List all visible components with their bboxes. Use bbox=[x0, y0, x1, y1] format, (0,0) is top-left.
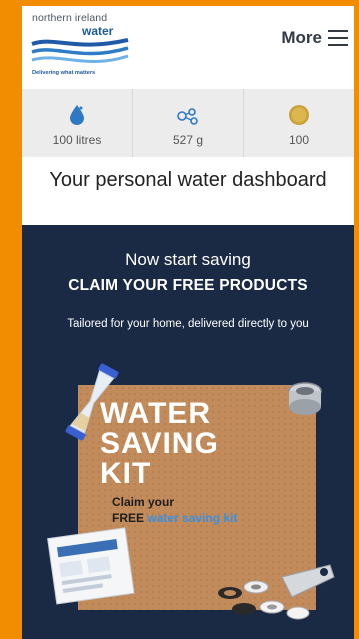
stats-bar: 100 litres 527 g 100 bbox=[22, 89, 354, 157]
page-title: Your personal water dashboard bbox=[49, 169, 327, 191]
promo-subtitle: Now start saving bbox=[125, 250, 251, 269]
hamburger-icon bbox=[328, 30, 348, 46]
stat-points-value: 100 bbox=[288, 133, 310, 147]
leaflet-pack-icon bbox=[47, 527, 135, 605]
more-menu-button[interactable]: More bbox=[281, 28, 348, 48]
stat-water-value: 100 litres bbox=[52, 133, 102, 147]
coin-icon bbox=[287, 103, 311, 127]
promo-headline: CLAIM YOUR FREE PRODUCTS bbox=[68, 277, 308, 294]
kit-claim-text: Claim your bbox=[112, 495, 175, 509]
stat-water: 100 litres bbox=[22, 89, 132, 157]
water-drop-icon bbox=[65, 103, 89, 127]
water-saving-kit-image[interactable]: WATER SAVING KIT Claim your FREE water s… bbox=[47, 363, 335, 635]
logo-text-line1: northern ireland bbox=[32, 12, 108, 24]
niw-logo[interactable]: northern ireland water Delivering what m… bbox=[30, 12, 150, 84]
logo-tagline: Delivering what matters bbox=[32, 70, 96, 76]
stat-co2: 527 g bbox=[132, 89, 243, 157]
logo-waves-icon bbox=[31, 38, 129, 63]
flow-regulators-icon bbox=[218, 564, 335, 620]
shower-timer-icon bbox=[65, 363, 119, 441]
promo-banner[interactable]: Now start saving CLAIM YOUR FREE PRODUCT… bbox=[22, 225, 354, 639]
stat-co2-value: 527 g bbox=[172, 133, 204, 147]
page-frame: northern ireland water Delivering what m… bbox=[22, 6, 354, 639]
co2-molecule-icon bbox=[176, 103, 200, 127]
dashboard-title-box: Your personal water dashboard bbox=[22, 157, 354, 225]
tap-aerator-icon bbox=[288, 382, 322, 415]
site-header: northern ireland water Delivering what m… bbox=[22, 6, 354, 89]
kit-link-text: water saving kit bbox=[147, 511, 238, 525]
more-label: More bbox=[281, 28, 322, 47]
stat-points: 100 bbox=[243, 89, 354, 157]
promo-description: Tailored for your home, delivered direct… bbox=[67, 318, 309, 330]
